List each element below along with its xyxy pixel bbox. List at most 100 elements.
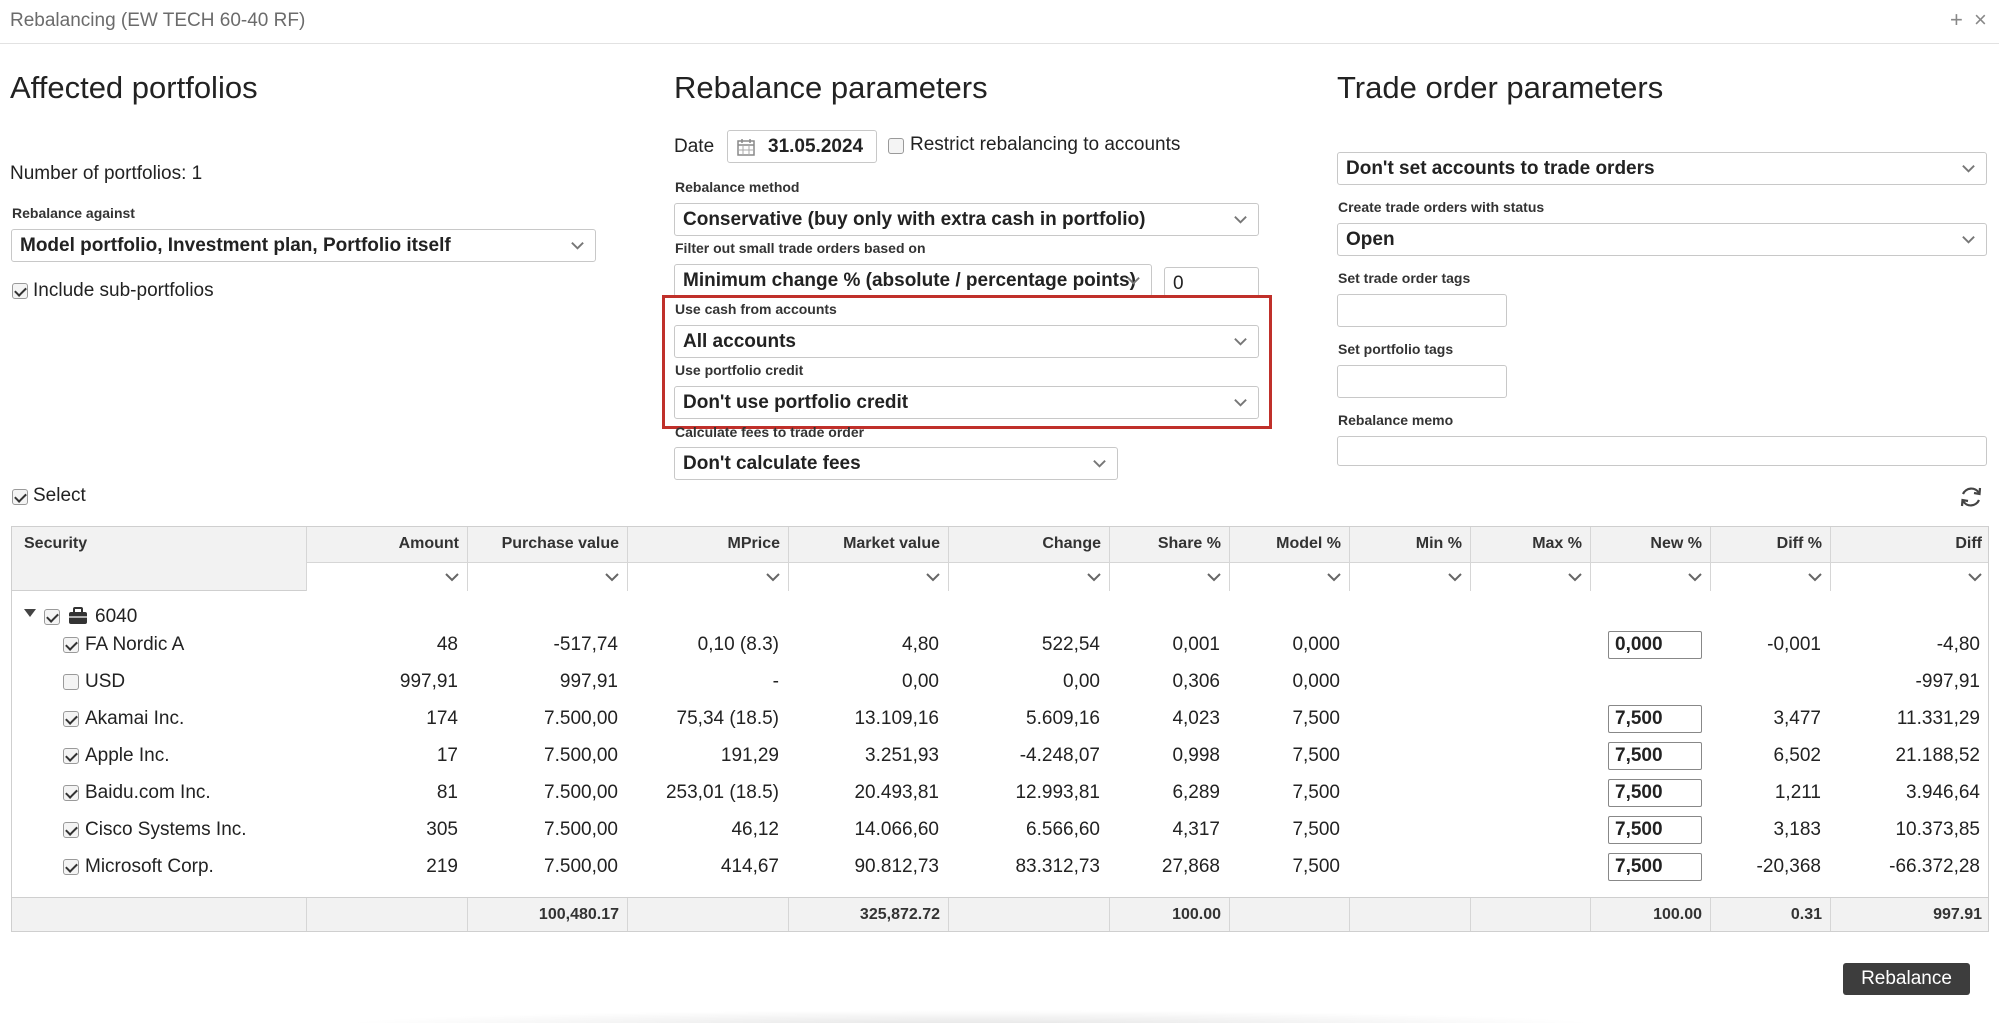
filter-diff[interactable] xyxy=(1831,562,1988,591)
filter-purchase-value[interactable] xyxy=(468,562,627,591)
filter-model-pct[interactable] xyxy=(1230,562,1349,591)
cell-diffpct: 1,211 xyxy=(1774,782,1821,803)
filter-amount[interactable] xyxy=(307,562,467,591)
chevron-down-icon xyxy=(1207,573,1221,582)
table-row[interactable]: Apple Inc. 17 7.500,00 191,29 3.251,93 -4.248… xyxy=(12,741,1988,771)
table-row[interactable]: Microsoft Corp. 219 7.500,00 414,67 90.812,7… xyxy=(12,852,1988,882)
cell-market: 0,00 xyxy=(902,671,939,692)
filter-market-value[interactable] xyxy=(789,562,948,591)
cell-change: 522,54 xyxy=(1041,634,1100,655)
include-sub-portfolios-checkbox[interactable] xyxy=(12,283,28,299)
col-share-pct[interactable]: Share % xyxy=(1110,527,1230,591)
col-model-pct[interactable]: Model % xyxy=(1230,527,1350,591)
trade-order-tags-input[interactable] xyxy=(1337,294,1507,327)
filter-share-pct[interactable] xyxy=(1110,562,1229,591)
new-pct-input[interactable]: 7,500 xyxy=(1608,742,1702,770)
cell-change: 6.566,60 xyxy=(1026,819,1100,840)
col-amount[interactable]: Amount xyxy=(307,527,468,591)
cell-market: 90.812,73 xyxy=(854,856,939,877)
filter-small-orders-select[interactable]: Minimum change % (absolute / percentage … xyxy=(674,264,1152,297)
rebalance-against-select[interactable]: Model portfolio, Investment plan, Portfo… xyxy=(11,229,596,262)
chevron-down-icon xyxy=(1968,573,1982,582)
new-pct-input[interactable]: 7,500 xyxy=(1608,705,1702,733)
rebalance-memo-input[interactable] xyxy=(1337,436,1987,466)
cell-mprice: 0,10 (8.3) xyxy=(697,634,779,655)
new-pct-input[interactable]: 7,500 xyxy=(1608,816,1702,844)
col-max-pct[interactable]: Max % xyxy=(1471,527,1591,591)
chevron-down-icon xyxy=(571,242,584,250)
table-row[interactable]: FA Nordic A 48 -517,74 0,10 (8.3) 4,80 522,54… xyxy=(12,630,1988,660)
col-new-pct[interactable]: New % xyxy=(1591,527,1711,591)
add-icon[interactable]: + xyxy=(1950,7,1963,33)
col-market-value[interactable]: Market value xyxy=(789,527,949,591)
cell-share: 0,998 xyxy=(1172,745,1220,766)
rebalance-button[interactable]: Rebalance xyxy=(1843,963,1970,995)
portfolio-tags-label: Set portfolio tags xyxy=(1338,341,1454,357)
restrict-accounts-checkbox[interactable] xyxy=(888,138,904,154)
cell-market: 3.251,93 xyxy=(865,745,939,766)
chevron-down-icon xyxy=(605,573,619,582)
row-checkbox[interactable] xyxy=(63,785,79,801)
trade-order-accounts-select[interactable]: Don't set accounts to trade orders xyxy=(1337,152,1987,185)
cell-amount: 17 xyxy=(436,745,458,766)
group-row[interactable]: 6040 xyxy=(12,602,1988,632)
table-row[interactable]: USD 997,91 997,91 - 0,00 0,00 0,306 0,000 -997,9… xyxy=(12,667,1988,697)
col-min-pct[interactable]: Min % xyxy=(1350,527,1471,591)
table-row[interactable]: Akamai Inc. 174 7.500,00 75,34 (18.5) 13.109… xyxy=(12,704,1988,734)
filter-amount-input[interactable]: 0 xyxy=(1164,267,1259,297)
col-change[interactable]: Change xyxy=(949,527,1110,591)
rebalance-parameters-title: Rebalance parameters xyxy=(674,70,988,105)
calculate-fees-select[interactable]: Don't calculate fees xyxy=(674,447,1118,480)
close-icon[interactable]: × xyxy=(1974,7,1987,33)
col-purchase-value[interactable]: Purchase value xyxy=(468,527,628,591)
col-mprice[interactable]: MPrice xyxy=(628,527,789,591)
cell-market: 4,80 xyxy=(902,634,939,655)
cell-amount: 48 xyxy=(436,634,458,655)
cell-model: 0,000 xyxy=(1292,671,1340,692)
filter-small-orders-label: Filter out small trade orders based on xyxy=(675,240,926,256)
row-checkbox[interactable] xyxy=(63,711,79,727)
row-checkbox[interactable] xyxy=(63,637,79,653)
filter-max-pct[interactable] xyxy=(1471,562,1590,591)
group-checkbox[interactable] xyxy=(44,609,60,625)
table-row[interactable]: Baidu.com Inc. 81 7.500,00 253,01 (18.5) 20.… xyxy=(12,778,1988,808)
new-pct-input[interactable]: 7,500 xyxy=(1608,779,1702,807)
cell-mprice: 46,12 xyxy=(731,819,779,840)
select-all-checkbox[interactable] xyxy=(12,489,28,505)
refresh-icon[interactable] xyxy=(1958,484,1984,510)
footer-change xyxy=(949,898,1110,931)
date-field[interactable]: 31.05.2024 xyxy=(727,130,877,163)
row-checkbox[interactable] xyxy=(63,859,79,875)
window-title: Rebalancing (EW TECH 60-40 RF) xyxy=(10,10,306,31)
portfolio-tags-input[interactable] xyxy=(1337,365,1507,398)
caret-down-icon[interactable] xyxy=(24,608,36,618)
trade-order-tags-label: Set trade order tags xyxy=(1338,270,1471,286)
filter-change[interactable] xyxy=(949,562,1109,591)
col-security[interactable]: Security xyxy=(12,527,307,591)
row-checkbox[interactable] xyxy=(63,748,79,764)
cell-amount: 997,91 xyxy=(399,671,458,692)
affected-portfolios-title: Affected portfolios xyxy=(10,70,258,105)
filter-new-pct[interactable] xyxy=(1591,562,1710,591)
filter-diff-pct[interactable] xyxy=(1711,562,1830,591)
filter-small-orders-value: Minimum change % (absolute / percentage … xyxy=(683,270,1136,291)
col-diff-pct[interactable]: Diff % xyxy=(1711,527,1831,591)
trade-status-select[interactable]: Open xyxy=(1337,223,1987,256)
filter-min-pct[interactable] xyxy=(1350,562,1470,591)
rebalance-method-value: Conservative (buy only with extra cash i… xyxy=(683,209,1146,230)
row-checkbox[interactable] xyxy=(63,674,79,690)
table-header: Security Amount Purchase value MPrice Ma… xyxy=(12,527,1988,591)
rebalance-method-select[interactable]: Conservative (buy only with extra cash i… xyxy=(674,203,1259,236)
new-pct-input[interactable]: 7,500 xyxy=(1608,853,1702,881)
cell-diff: 11.331,29 xyxy=(1896,708,1980,729)
filter-mprice[interactable] xyxy=(628,562,788,591)
table-row[interactable]: Cisco Systems Inc. 305 7.500,00 46,12 14.066… xyxy=(12,815,1988,845)
security-name: Cisco Systems Inc. xyxy=(85,819,247,840)
restrict-accounts-label: Restrict rebalancing to accounts xyxy=(910,134,1181,155)
col-diff[interactable]: Diff xyxy=(1831,527,1988,591)
new-pct-input[interactable]: 0,000 xyxy=(1608,631,1702,659)
footer-model xyxy=(1230,898,1350,931)
calendar-icon xyxy=(737,139,755,156)
row-checkbox[interactable] xyxy=(63,822,79,838)
cell-change: -4.248,07 xyxy=(1019,745,1100,766)
